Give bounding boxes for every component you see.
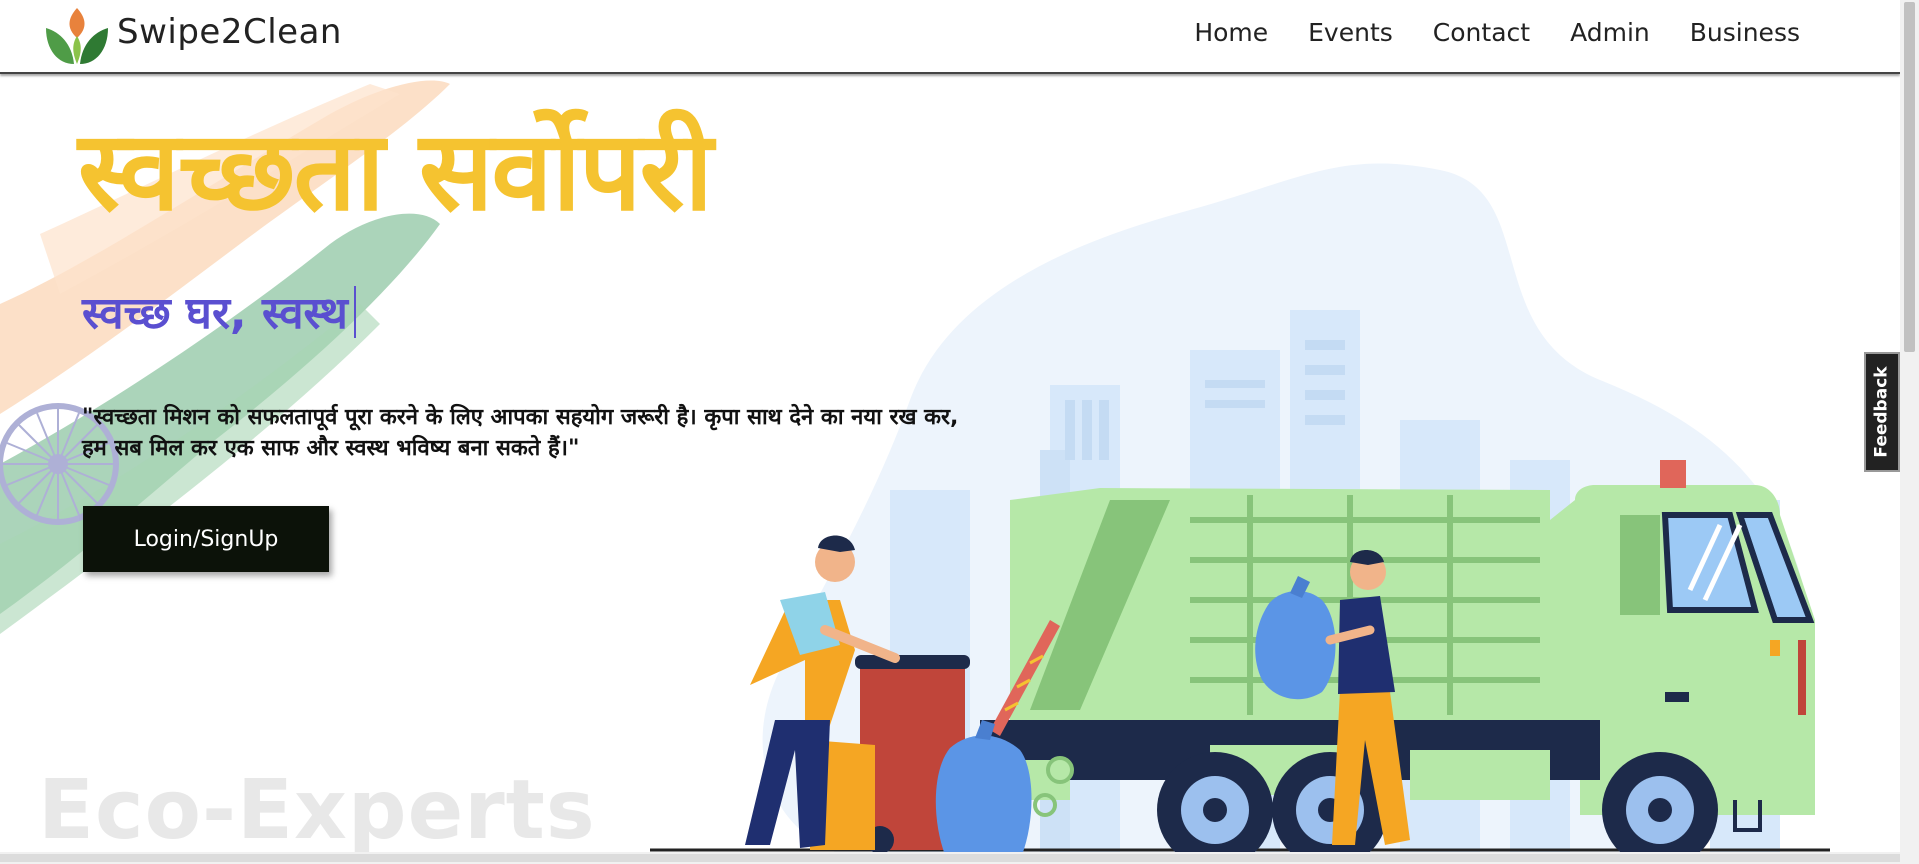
nav-business[interactable]: Business <box>1670 18 1820 47</box>
feedback-tab-label: Feedback <box>1872 366 1892 458</box>
typing-caret <box>353 286 356 338</box>
login-signup-button[interactable]: Login/SignUp <box>83 506 329 572</box>
brand-name[interactable]: Swipe2Clean <box>117 12 342 52</box>
hero-quote: "स्वच्छता मिशन को सफलतापूर्व पूरा करने क… <box>82 405 959 461</box>
nav-admin[interactable]: Admin <box>1550 18 1670 47</box>
hero-typing-subtitle: स्वच्छ घर, स्वस्थ <box>82 286 356 341</box>
nav-home[interactable]: Home <box>1174 18 1288 47</box>
eco-experts-watermark: Eco-Experts <box>38 763 596 858</box>
garbage-truck-illustration <box>650 310 1830 860</box>
horizontal-scrollbar[interactable] <box>0 852 1900 864</box>
feedback-tab[interactable]: Feedback <box>1864 352 1900 472</box>
vertical-scrollbar[interactable] <box>1900 0 1919 864</box>
nav-events[interactable]: Events <box>1288 18 1413 47</box>
vertical-scroll-thumb[interactable] <box>1904 2 1915 352</box>
nav-contact[interactable]: Contact <box>1413 18 1550 47</box>
horizontal-scroll-thumb[interactable] <box>0 854 1900 862</box>
hero-title: स्वच्छता सर्वोपरी <box>78 107 713 235</box>
top-navbar: Swipe2Clean Home Events Contact Admin Bu… <box>0 0 1900 74</box>
leaf-flame-logo[interactable] <box>44 6 110 68</box>
hero-subtitle-text: स्वच्छ घर, स्वस्थ <box>82 288 348 339</box>
main-nav: Home Events Contact Admin Business <box>1174 18 1820 47</box>
